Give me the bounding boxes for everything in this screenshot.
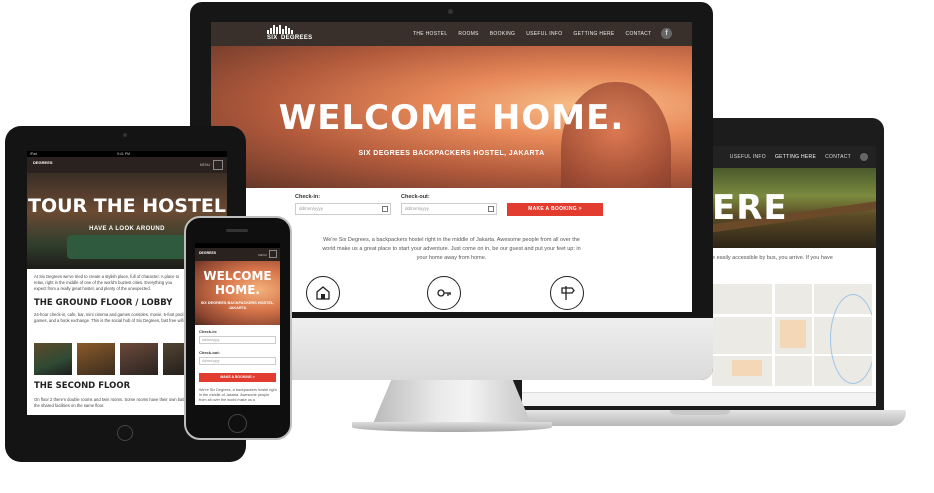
- hamburger-menu-icon[interactable]: [213, 160, 223, 170]
- laptop-body-text: e easily accessible by bus, you arrive. …: [712, 255, 833, 261]
- checkin-date-input[interactable]: dd/mm/yyyy: [295, 203, 391, 215]
- logo-text-degrees: DEGREES: [281, 35, 313, 41]
- desktop-nav-bar: SIX DEGREES THE HOSTEL ROOMS BOOKING USE…: [211, 22, 692, 46]
- calendar-icon[interactable]: [488, 206, 494, 212]
- calendar-icon[interactable]: [382, 206, 388, 212]
- laptop-nav-contact[interactable]: CONTACT: [825, 154, 851, 160]
- camera-icon: [448, 9, 453, 14]
- nav-useful-info[interactable]: USEFUL INFO: [526, 31, 562, 37]
- gallery-thumb[interactable]: [34, 343, 72, 375]
- nav-booking[interactable]: BOOKING: [490, 31, 515, 37]
- site-logo[interactable]: SIX DEGREES: [267, 25, 313, 43]
- key-tag-icon: [427, 276, 461, 310]
- gallery-thumb[interactable]: [77, 343, 115, 375]
- nav-rooms[interactable]: ROOMS: [458, 31, 478, 37]
- tablet-logo[interactable]: DEGREES: [33, 160, 53, 165]
- tablet-intro-text: At Six Degrees we've tried to create a s…: [34, 274, 180, 291]
- phone-nav-bar: DEGREES MENU: [195, 248, 280, 261]
- location-map[interactable]: [712, 284, 872, 386]
- phone-checkout-input[interactable]: dd/mm/yyyy: [199, 357, 276, 365]
- phone-checkin-label: Check-in:: [199, 329, 218, 334]
- monitor-stand: [372, 380, 532, 426]
- ground-floor-heading: THE GROUND FLOOR / LOBBY: [34, 298, 173, 308]
- hero-title: WELCOME HOME.: [278, 98, 625, 138]
- phone-make-booking-button[interactable]: MAKE A BOOKING >: [199, 373, 276, 382]
- camera-icon: [123, 133, 127, 137]
- checkout-label: Check-out:: [401, 194, 430, 200]
- laptop-footer: [522, 392, 876, 406]
- laptop-hero-title: ERE: [712, 188, 788, 228]
- phone-checkin-input[interactable]: dd/mm/yyyy: [199, 336, 276, 344]
- gallery-thumb[interactable]: [120, 343, 158, 375]
- second-floor-heading: THE SECOND FLOOR: [34, 381, 131, 391]
- direction-sign-icon: [550, 276, 584, 310]
- tablet-menu-label[interactable]: MENU: [200, 163, 210, 167]
- phone-home-button[interactable]: [228, 414, 247, 433]
- intro-text: We're Six Degrees, a backpackers hostel …: [322, 237, 581, 261]
- phone-hero-subtitle: SIX DEGREES BACKPACKERS HOSTEL, JAKARTA: [200, 301, 275, 310]
- phone-logo[interactable]: DEGREES: [199, 251, 216, 255]
- tablet-hero-title: TOUR THE HOSTEL: [27, 195, 227, 217]
- facebook-icon[interactable]: [860, 153, 868, 161]
- make-booking-button[interactable]: MAKE A BOOKING >: [507, 203, 603, 216]
- laptop-notch: [670, 410, 730, 415]
- phone-menu-label[interactable]: MENU: [258, 253, 267, 257]
- monitor-foot: [352, 422, 552, 432]
- phone-speaker: [226, 229, 248, 232]
- hamburger-menu-icon[interactable]: [269, 250, 277, 258]
- checkout-date-input[interactable]: dd/mm/yyyy: [401, 203, 497, 215]
- checkin-label: Check-in:: [295, 194, 321, 200]
- hero-subtitle: SIX DEGREES BACKPACKERS HOSTEL, JAKARTA: [358, 150, 545, 157]
- logo-text: SIX: [267, 35, 278, 41]
- laptop-nav-getting-here[interactable]: GETTING HERE: [775, 154, 816, 160]
- phone-intro-text: We're Six Degrees, a backpackers hostel …: [199, 388, 277, 403]
- tablet-nav-bar: DEGREES MENU: [27, 157, 227, 173]
- facebook-icon[interactable]: f: [661, 28, 672, 39]
- pool-table: [67, 235, 187, 259]
- phone-checkout-label: Check-out:: [199, 350, 220, 355]
- welcome-sign-icon: [306, 276, 340, 310]
- laptop-nav-useful-info[interactable]: USEFUL INFO: [730, 154, 766, 160]
- nav-getting-here[interactable]: GETTING HERE: [573, 31, 614, 37]
- phone-hero-image: WELCOME HOME. SIX DEGREES BACKPACKERS HOS…: [195, 261, 280, 325]
- phone-hero-title: WELCOME HOME.: [203, 269, 272, 297]
- tablet-home-button[interactable]: [117, 425, 133, 441]
- desktop-hero-image: WELCOME HOME. SIX DEGREES BACKPACKERS HO…: [211, 46, 692, 222]
- nav-contact[interactable]: CONTACT: [626, 31, 652, 37]
- nav-the-hostel[interactable]: THE HOSTEL: [413, 31, 447, 37]
- phone-screen: DEGREES MENU WELCOME HOME. SIX DEGREES BA…: [195, 243, 280, 405]
